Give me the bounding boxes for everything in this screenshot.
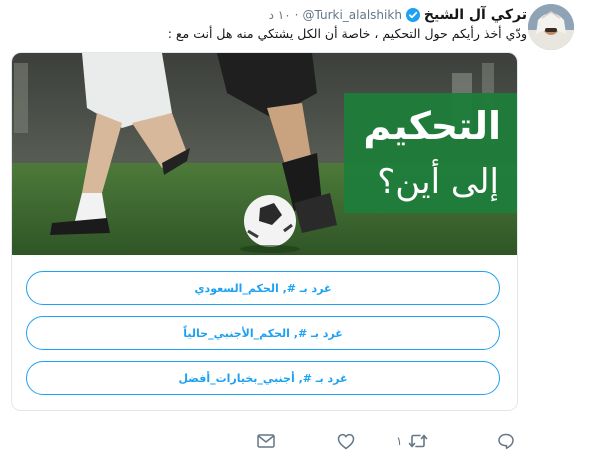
retweet-count: ١ (396, 434, 403, 448)
retweet-icon (408, 432, 428, 450)
football-photo (12, 53, 517, 255)
tweet-text: ودّي أخذ رأيكم حول التحكيم ، خاصة أن الك… (167, 26, 527, 41)
poll-card: التحكيم إلى أين؟ غرد بـ #, الحكم_السعودي… (11, 52, 518, 411)
card-image[interactable]: التحكيم إلى أين؟ (12, 53, 517, 255)
direct-message-button[interactable] (257, 434, 275, 448)
avatar-image (528, 4, 574, 50)
poll-option-1[interactable]: غرد بـ #, الحكم_السعودي (26, 271, 500, 305)
display-name[interactable]: تركي آل الشيخ (424, 7, 527, 23)
tweet-header: تركي آل الشيخ @Turki_alalshikh · ١٠ د (269, 6, 527, 24)
poll-option-2[interactable]: غرد بـ #, الحكم_الأجنبي_حالياً (26, 316, 500, 350)
card-image-title: التحكيم (363, 104, 501, 148)
tweet-actions: ١ (0, 428, 589, 456)
avatar[interactable] (528, 4, 574, 50)
verified-badge-icon (405, 8, 420, 22)
user-handle[interactable]: @Turki_alalshikh (302, 8, 401, 22)
heart-icon (337, 433, 355, 450)
retweet-button[interactable]: ١ (396, 432, 428, 450)
mail-icon (257, 434, 275, 448)
reply-icon (497, 432, 515, 450)
tweet-timestamp[interactable]: ١٠ د (269, 8, 291, 22)
poll-option-3[interactable]: غرد بـ #, أجنبي_بخيارات_أفضل (26, 361, 500, 395)
reply-button[interactable] (497, 432, 521, 450)
like-button[interactable] (337, 433, 361, 450)
card-image-subtitle: إلى أين؟ (377, 162, 499, 202)
separator-dot: · (294, 8, 299, 22)
